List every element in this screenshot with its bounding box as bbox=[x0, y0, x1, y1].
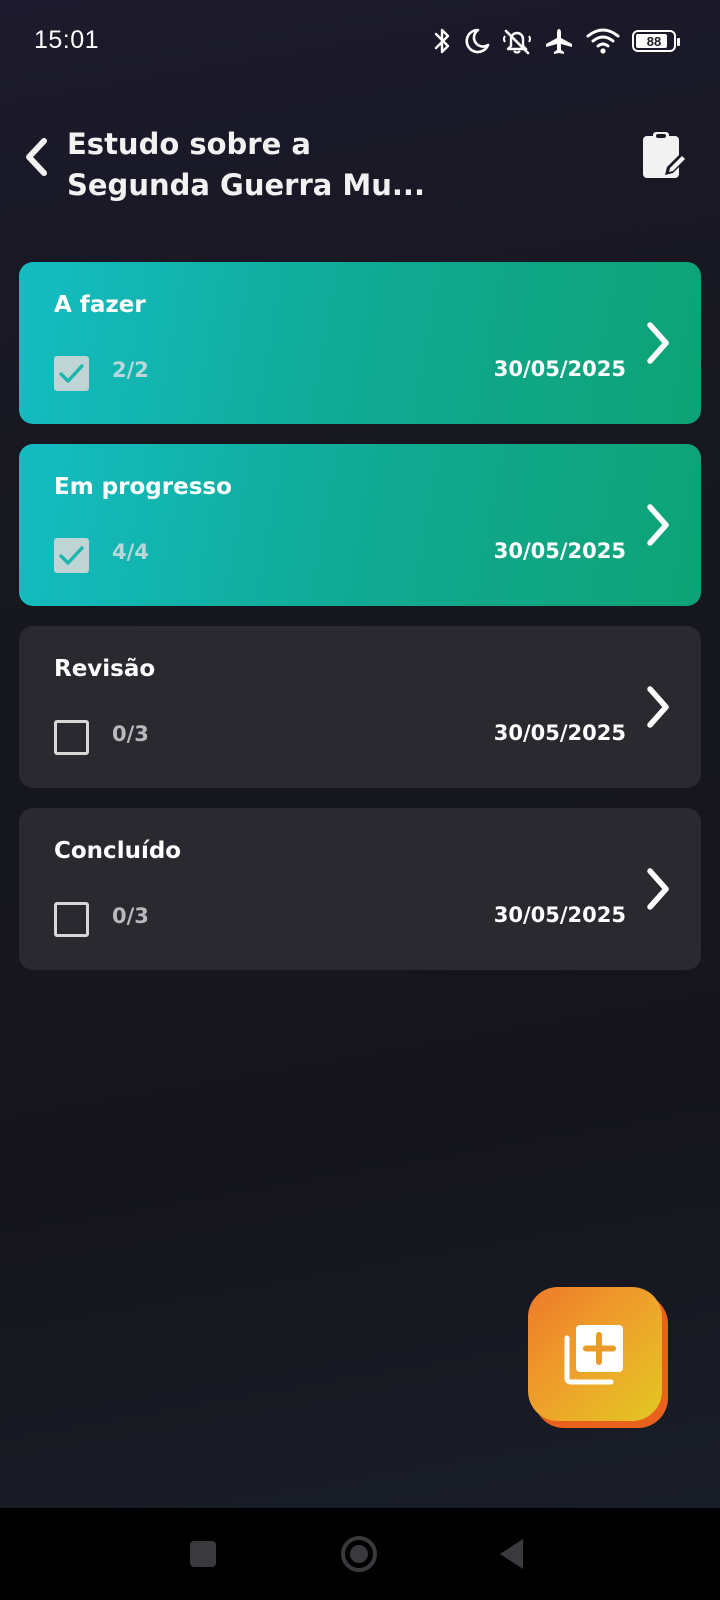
back-button[interactable] bbox=[16, 132, 56, 182]
chevron-right-icon bbox=[647, 868, 669, 910]
bell-off-icon bbox=[503, 29, 531, 55]
stage-date: 30/05/2025 bbox=[493, 357, 626, 381]
edit-board-button[interactable] bbox=[638, 128, 690, 184]
stage-card-revisao[interactable]: Revisão 0/3 30/05/2025 bbox=[19, 626, 701, 788]
home-icon[interactable] bbox=[337, 1532, 381, 1576]
page-title: Estudo sobre a Segunda Guerra Mu... bbox=[67, 124, 587, 206]
task-count: 2/2 bbox=[112, 358, 149, 382]
status-icons: 88 bbox=[432, 24, 680, 58]
task-count: 0/3 bbox=[112, 904, 149, 928]
clipboard-edit-icon bbox=[643, 132, 688, 178]
stage-title: Em progresso bbox=[54, 474, 232, 500]
checkbox-checked-icon bbox=[54, 538, 89, 573]
stage-list: A fazer 2/2 30/05/2025 Em progresso 4/4 … bbox=[19, 262, 701, 990]
airplane-icon bbox=[546, 29, 572, 54]
task-count: 4/4 bbox=[112, 540, 149, 564]
status-bar: 15:01 88 bbox=[0, 0, 720, 84]
stage-title: Revisão bbox=[54, 656, 156, 682]
chevron-left-icon bbox=[26, 138, 47, 176]
chevron-right-icon bbox=[647, 322, 669, 364]
stage-date: 30/05/2025 bbox=[493, 903, 626, 927]
system-nav-bar bbox=[0, 1508, 720, 1600]
page-title-line1: Estudo sobre a bbox=[67, 127, 311, 161]
checkbox-unchecked-icon bbox=[54, 902, 89, 937]
battery-icon: 88 bbox=[632, 30, 680, 52]
back-triangle-icon[interactable] bbox=[493, 1532, 537, 1576]
stage-card-em-progresso[interactable]: Em progresso 4/4 30/05/2025 bbox=[19, 444, 701, 606]
checkbox-checked-icon bbox=[54, 356, 89, 391]
chevron-right-icon bbox=[647, 504, 669, 546]
checkbox-unchecked-icon bbox=[54, 720, 89, 755]
header: Estudo sobre a Segunda Guerra Mu... bbox=[0, 118, 720, 208]
chevron-right-icon bbox=[647, 686, 669, 728]
stage-date: 30/05/2025 bbox=[493, 539, 626, 563]
task-count: 0/3 bbox=[112, 722, 149, 746]
stage-card-concluido[interactable]: Concluído 0/3 30/05/2025 bbox=[19, 808, 701, 970]
stage-title: A fazer bbox=[54, 292, 146, 318]
stage-card-a-fazer[interactable]: A fazer 2/2 30/05/2025 bbox=[19, 262, 701, 424]
add-stage-fab[interactable] bbox=[528, 1287, 670, 1429]
recent-apps-icon[interactable] bbox=[181, 1532, 225, 1576]
bluetooth-icon bbox=[434, 28, 450, 54]
moon-icon bbox=[465, 28, 490, 54]
fab-face bbox=[528, 1287, 662, 1421]
battery-percent: 88 bbox=[646, 33, 662, 49]
add-to-stack-icon bbox=[564, 1325, 623, 1385]
stage-date: 30/05/2025 bbox=[493, 721, 626, 745]
stage-title: Concluído bbox=[54, 838, 182, 864]
page-title-line2: Segunda Guerra Mu... bbox=[67, 168, 425, 202]
status-time: 15:01 bbox=[34, 26, 100, 54]
wifi-icon bbox=[586, 28, 620, 54]
